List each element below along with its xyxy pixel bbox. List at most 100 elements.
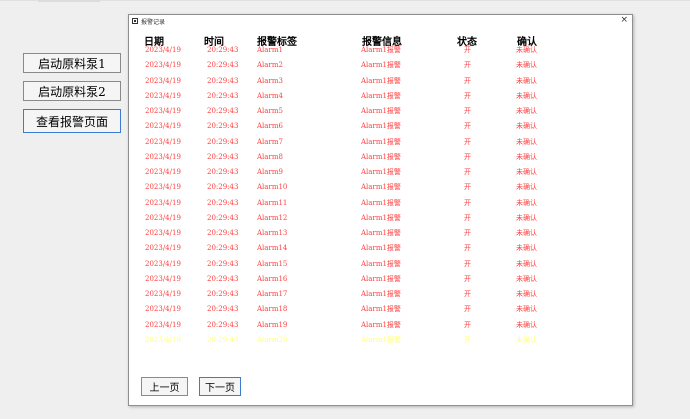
- table-row: 2023/4/19 20:29:43 Alarm12 Alarm1报警 开 未确认: [129, 213, 632, 228]
- table-row: 2023/4/19 20:29:43 Alarm18 Alarm1报警 开 未确认: [129, 304, 632, 319]
- table-row: 2023/4/19 20:29:43 Alarm2 Alarm1报警 开 未确认: [129, 60, 632, 75]
- cell-status: 开: [464, 137, 471, 146]
- table-row: 2023/4/19 20:29:43 Alarm13 Alarm1报警 开 未确认: [129, 228, 632, 243]
- cell-status: 开: [464, 320, 471, 329]
- cell-tag: Alarm19: [257, 320, 288, 329]
- cell-confirm: 未确认: [516, 137, 537, 146]
- cell-confirm: 未确认: [516, 305, 537, 314]
- cell-time: 20:29:43: [207, 107, 239, 115]
- cell-date: 2023/4/19: [145, 320, 181, 329]
- cell-confirm: 未确认: [516, 76, 537, 85]
- title-bar[interactable]: 报警记录 ×: [129, 15, 632, 28]
- cell-time: 20:29:43: [207, 244, 239, 253]
- table-row: 2023/4/19 20:29:43 Alarm15 Alarm1报警 开 未确认: [129, 259, 632, 274]
- cell-time: 20:29:43: [207, 122, 239, 131]
- cell-info: Alarm1报警: [361, 305, 401, 314]
- cell-date: 2023/4/19: [145, 290, 181, 298]
- cell-status: 开: [464, 290, 471, 298]
- cell-tag: Alarm11: [257, 198, 288, 207]
- cell-date: 2023/4/19: [145, 76, 181, 85]
- cell-status: 开: [464, 274, 471, 283]
- cell-tag: Alarm10: [257, 183, 288, 192]
- table-row: 2023/4/19 20:29:43 Alarm1 Alarm1报警 开 未确认: [129, 45, 632, 60]
- cell-status: 开: [464, 198, 471, 207]
- cell-info: Alarm1报警: [361, 244, 401, 253]
- cell-tag: Alarm17: [257, 290, 288, 298]
- cell-status: 开: [464, 107, 471, 115]
- cell-date: 2023/4/19: [145, 198, 181, 207]
- view-alarm-page-button[interactable]: 查看报警页面: [23, 109, 121, 133]
- cell-info: Alarm1报警: [361, 168, 401, 176]
- cell-status: 开: [464, 213, 471, 222]
- cell-tag: Alarm7: [257, 137, 283, 146]
- cell-date: 2023/4/19: [145, 305, 181, 314]
- cell-tag: Alarm15: [257, 259, 288, 268]
- cell-confirm: 未确认: [516, 198, 537, 207]
- cell-status: 开: [464, 168, 471, 176]
- cell-confirm: 未确认: [516, 274, 537, 283]
- cell-info: Alarm1报警: [361, 61, 401, 70]
- cell-info: Alarm1报警: [361, 91, 401, 100]
- cell-tag: Alarm12: [257, 213, 288, 222]
- start-pump1-button[interactable]: 启动原料泵1: [23, 53, 121, 73]
- cell-tag: Alarm3: [257, 76, 283, 85]
- cell-confirm: 未确认: [516, 259, 537, 268]
- cell-date: 2023/4/19: [145, 335, 181, 344]
- table-row: 2023/4/19 20:29:43 Alarm17 Alarm1报警 开 未确认: [129, 289, 632, 304]
- alarm-record-window: 报警记录 × 日期 时间 报警标签 报警信息 状态 确认 2023/4/19 20…: [128, 14, 633, 406]
- cell-info: Alarm1报警: [361, 335, 401, 344]
- next-page-button[interactable]: 下一页: [199, 377, 241, 396]
- cell-tag: Alarm14: [257, 244, 288, 253]
- table-row: 2023/4/19 20:29:43 Alarm10 Alarm1报警 开 未确认: [129, 182, 632, 197]
- table-row: 2023/4/19 20:29:43 Alarm16 Alarm1报警 开 未确认: [129, 274, 632, 289]
- cell-tag: Alarm4: [257, 91, 283, 100]
- cell-tag: Alarm9: [257, 168, 283, 176]
- cell-time: 20:29:43: [207, 335, 239, 344]
- table-row: 2023/4/19 20:29:43 Alarm9 Alarm1报警 开 未确认: [129, 167, 632, 182]
- window-app-icon: [132, 18, 138, 24]
- table-row: 2023/4/19 20:29:43 Alarm14 Alarm1报警 开 未确认: [129, 243, 632, 258]
- cell-status: 开: [464, 305, 471, 314]
- table-row: 2023/4/19 20:29:43 Alarm20 Alarm1报警 开 未确认: [129, 335, 632, 350]
- cell-date: 2023/4/19: [145, 244, 181, 253]
- table-row: 2023/4/19 20:29:43 Alarm6 Alarm1报警 开 未确认: [129, 121, 632, 136]
- cell-date: 2023/4/19: [145, 122, 181, 131]
- cell-time: 20:29:43: [207, 320, 239, 329]
- table-row: 2023/4/19 20:29:43 Alarm5 Alarm1报警 开 未确认: [129, 106, 632, 121]
- cell-date: 2023/4/19: [145, 61, 181, 70]
- cell-tag: Alarm18: [257, 305, 288, 314]
- cell-info: Alarm1报警: [361, 137, 401, 146]
- cell-time: 20:29:43: [207, 213, 239, 222]
- cell-time: 20:29:43: [207, 183, 239, 192]
- cell-info: Alarm1报警: [361, 152, 401, 161]
- cell-confirm: 未确认: [516, 46, 537, 54]
- cell-tag: Alarm8: [257, 152, 283, 161]
- start-pump2-button[interactable]: 启动原料泵2: [23, 81, 121, 101]
- cell-date: 2023/4/19: [145, 137, 181, 146]
- table-row: 2023/4/19 20:29:43 Alarm11 Alarm1报警 开 未确认: [129, 198, 632, 213]
- table-row: 2023/4/19 20:29:43 Alarm19 Alarm1报警 开 未确认: [129, 320, 632, 335]
- cell-tag: Alarm16: [257, 274, 288, 283]
- cell-status: 开: [464, 244, 471, 253]
- close-icon[interactable]: ×: [620, 15, 628, 25]
- prev-page-button[interactable]: 上一页: [141, 377, 188, 396]
- cell-time: 20:29:43: [207, 91, 239, 100]
- cell-confirm: 未确认: [516, 335, 537, 344]
- cell-time: 20:29:43: [207, 76, 239, 85]
- cell-status: 开: [464, 61, 471, 70]
- cell-date: 2023/4/19: [145, 107, 181, 115]
- cell-confirm: 未确认: [516, 320, 537, 329]
- cell-tag: Alarm20: [257, 335, 288, 344]
- cell-time: 20:29:43: [207, 274, 239, 283]
- cell-time: 20:29:43: [207, 61, 239, 70]
- cell-date: 2023/4/19: [145, 91, 181, 100]
- cell-confirm: 未确认: [516, 122, 537, 131]
- cell-info: Alarm1报警: [361, 259, 401, 268]
- cell-status: 开: [464, 183, 471, 192]
- cell-date: 2023/4/19: [145, 229, 181, 237]
- cell-confirm: 未确认: [516, 244, 537, 253]
- cell-tag: Alarm6: [257, 122, 283, 131]
- cell-date: 2023/4/19: [145, 259, 181, 268]
- cell-info: Alarm1报警: [361, 76, 401, 85]
- cell-tag: Alarm13: [257, 229, 288, 237]
